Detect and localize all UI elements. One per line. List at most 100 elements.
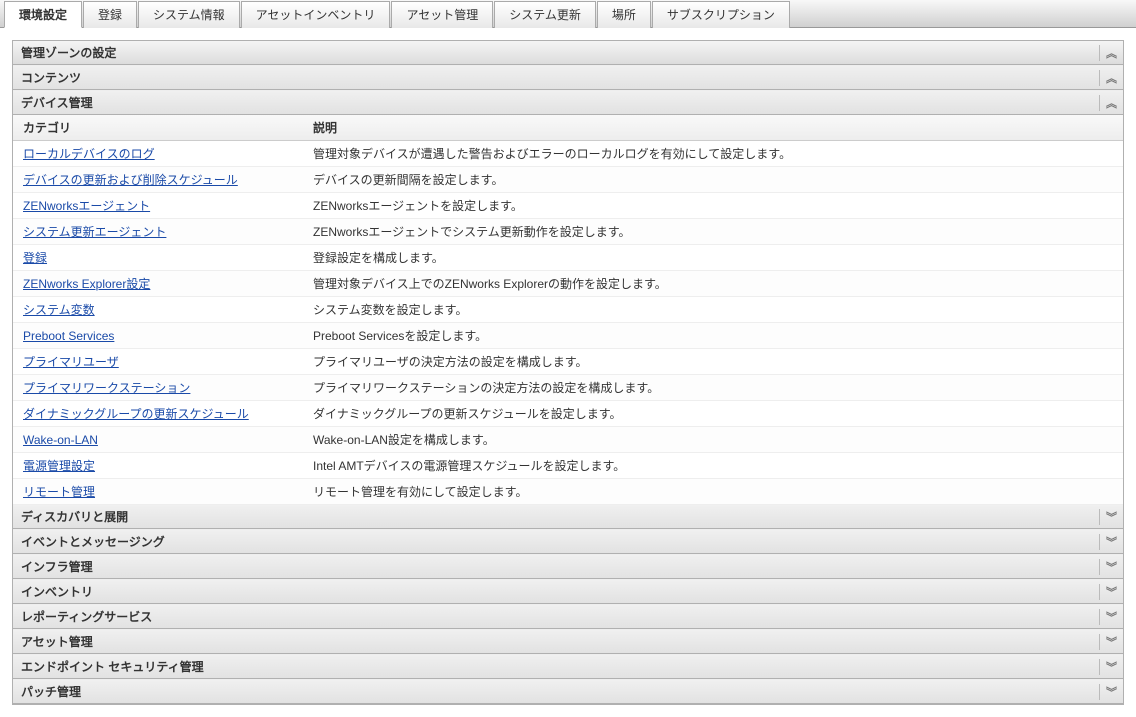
section-title: ディスカバリと展開 — [21, 508, 128, 525]
collapsed-section[interactable]: ディスカバリと展開 ︾ — [13, 505, 1123, 529]
description-cell: Preboot Servicesを設定します。 — [303, 323, 1123, 348]
category-cell: プライマリユーザ — [13, 349, 303, 374]
section-title: イベントとメッセージング — [21, 533, 165, 550]
category-cell: リモート管理 — [13, 479, 303, 504]
tab-bar: 環境設定登録システム情報アセットインベントリアセット管理システム更新場所サブスク… — [0, 0, 1136, 28]
description-cell: Wake-on-LAN設定を構成します。 — [303, 427, 1123, 452]
section-title: インフラ管理 — [21, 558, 93, 575]
category-cell: デバイスの更新および削除スケジュール — [13, 167, 303, 192]
section-device-management[interactable]: デバイス管理 ︽ — [13, 90, 1123, 115]
category-cell: ダイナミックグループの更新スケジュール — [13, 401, 303, 426]
table-row: ダイナミックグループの更新スケジュール ダイナミックグループの更新スケジュールを設… — [13, 401, 1123, 427]
chevron-up-icon[interactable]: ︽ — [1099, 70, 1115, 86]
tab-1[interactable]: 登録 — [83, 1, 137, 28]
category-cell: 電源管理設定 — [13, 453, 303, 478]
description-cell: Intel AMTデバイスの電源管理スケジュールを設定します。 — [303, 453, 1123, 478]
chevron-up-icon[interactable]: ︽ — [1099, 95, 1115, 111]
category-link[interactable]: ダイナミックグループの更新スケジュール — [23, 407, 249, 421]
tab-7[interactable]: サブスクリプション — [652, 1, 790, 28]
table-row: プライマリユーザ プライマリユーザの決定方法の設定を構成します。 — [13, 349, 1123, 375]
table-row: Wake-on-LAN Wake-on-LAN設定を構成します。 — [13, 427, 1123, 453]
category-link[interactable]: リモート管理 — [23, 485, 95, 499]
tab-6[interactable]: 場所 — [597, 1, 651, 28]
collapsed-section[interactable]: イベントとメッセージング ︾ — [13, 529, 1123, 554]
section-title: デバイス管理 — [21, 94, 93, 111]
category-cell: Preboot Services — [13, 325, 303, 347]
chevron-down-icon[interactable]: ︾ — [1099, 609, 1115, 625]
chevron-down-icon[interactable]: ︾ — [1099, 684, 1115, 700]
section-title: レポーティングサービス — [21, 608, 152, 625]
category-link[interactable]: プライマリワークステーション — [23, 381, 190, 395]
category-cell: ZENworks Explorer設定 — [13, 271, 303, 296]
collapsed-section[interactable]: レポーティングサービス ︾ — [13, 604, 1123, 629]
chevron-down-icon[interactable]: ︾ — [1099, 559, 1115, 575]
table-row: ZENworksエージェント ZENworksエージェントを設定します。 — [13, 193, 1123, 219]
description-cell: システム変数を設定します。 — [303, 297, 1123, 322]
category-link[interactable]: Preboot Services — [23, 329, 114, 343]
table-row: ZENworks Explorer設定 管理対象デバイス上でのZENworks E… — [13, 271, 1123, 297]
tab-4[interactable]: アセット管理 — [391, 1, 493, 28]
collapsed-section[interactable]: エンドポイント セキュリティ管理 ︾ — [13, 654, 1123, 679]
description-cell: 登録設定を構成します。 — [303, 245, 1123, 270]
table-body: ローカルデバイスのログ 管理対象デバイスが遭遇した警告およびエラーのローカルログを… — [13, 141, 1123, 505]
column-header-description: 説明 — [303, 115, 1123, 140]
category-link[interactable]: プライマリユーザ — [23, 355, 119, 369]
table-row: システム更新エージェント ZENworksエージェントでシステム更新動作を設定しま… — [13, 219, 1123, 245]
category-link[interactable]: Wake-on-LAN — [23, 433, 98, 447]
section-zone-settings[interactable]: 管理ゾーンの設定 ︽ — [13, 41, 1123, 65]
category-cell: システム更新エージェント — [13, 219, 303, 244]
category-cell: ローカルデバイスのログ — [13, 141, 303, 166]
tab-2[interactable]: システム情報 — [138, 1, 240, 28]
table-row: ローカルデバイスのログ 管理対象デバイスが遭遇した警告およびエラーのローカルログを… — [13, 141, 1123, 167]
table-row: Preboot Services Preboot Servicesを設定します。 — [13, 323, 1123, 349]
category-link[interactable]: ローカルデバイスのログ — [23, 147, 155, 161]
description-cell: デバイスの更新間隔を設定します。 — [303, 167, 1123, 192]
collapsed-section[interactable]: パッチ管理 ︾ — [13, 679, 1123, 704]
section-title: エンドポイント セキュリティ管理 — [21, 658, 204, 675]
chevron-down-icon[interactable]: ︾ — [1099, 584, 1115, 600]
collapsed-section[interactable]: アセット管理 ︾ — [13, 629, 1123, 654]
table-row: 登録 登録設定を構成します。 — [13, 245, 1123, 271]
tab-0[interactable]: 環境設定 — [4, 1, 82, 28]
category-cell: Wake-on-LAN — [13, 429, 303, 451]
table-row: リモート管理リモート管理を有効にして設定します。 — [13, 479, 1123, 505]
chevron-down-icon[interactable]: ︾ — [1099, 509, 1115, 525]
settings-panel: 管理ゾーンの設定 ︽ コンテンツ ︽ デバイス管理 ︽ カテゴリ 説明 ローカル… — [12, 40, 1124, 705]
category-link[interactable]: デバイスの更新および削除スケジュール — [23, 173, 238, 187]
collapsed-section[interactable]: インフラ管理 ︾ — [13, 554, 1123, 579]
description-cell: ZENworksエージェントを設定します。 — [303, 193, 1123, 218]
category-link[interactable]: システム更新エージェント — [23, 225, 166, 239]
collapsed-section[interactable]: インベントリ ︾ — [13, 579, 1123, 604]
table-row: プライマリワークステーション プライマリワークステーションの決定方法の設定を構成し… — [13, 375, 1123, 401]
table-header-row: カテゴリ 説明 — [13, 115, 1123, 141]
table-row: 電源管理設定 Intel AMTデバイスの電源管理スケジュールを設定します。 — [13, 453, 1123, 479]
description-cell: ダイナミックグループの更新スケジュールを設定します。 — [303, 401, 1123, 426]
description-cell: 管理対象デバイス上でのZENworks Explorerの動作を設定します。 — [303, 271, 1123, 296]
category-cell: 登録 — [13, 245, 303, 270]
tab-5[interactable]: システム更新 — [494, 1, 596, 28]
category-link[interactable]: システム変数 — [23, 303, 95, 317]
section-title: インベントリ — [21, 583, 93, 600]
section-title: アセット管理 — [21, 633, 93, 650]
chevron-up-icon[interactable]: ︽ — [1099, 45, 1115, 61]
chevron-down-icon[interactable]: ︾ — [1099, 659, 1115, 675]
tab-3[interactable]: アセットインベントリ — [241, 1, 391, 28]
chevron-down-icon[interactable]: ︾ — [1099, 534, 1115, 550]
column-header-category: カテゴリ — [13, 115, 303, 140]
description-cell: 管理対象デバイスが遭遇した警告およびエラーのローカルログを有効にして設定します。 — [303, 141, 1123, 166]
description-cell: プライマリワークステーションの決定方法の設定を構成します。 — [303, 375, 1123, 400]
collapsed-sections: ディスカバリと展開︾イベントとメッセージング︾インフラ管理︾インベントリ︾レポー… — [13, 505, 1123, 704]
table-row: デバイスの更新および削除スケジュール デバイスの更新間隔を設定します。 — [13, 167, 1123, 193]
section-title: コンテンツ — [21, 69, 81, 86]
category-cell: ZENworksエージェント — [13, 193, 303, 218]
section-contents[interactable]: コンテンツ ︽ — [13, 65, 1123, 90]
category-link[interactable]: 登録 — [23, 251, 47, 265]
category-link[interactable]: ZENworks Explorer設定 — [23, 277, 150, 291]
category-link[interactable]: 電源管理設定 — [23, 459, 95, 473]
section-title: パッチ管理 — [21, 683, 81, 700]
description-cell: ZENworksエージェントでシステム更新動作を設定します。 — [303, 219, 1123, 244]
description-cell: プライマリユーザの決定方法の設定を構成します。 — [303, 349, 1123, 374]
chevron-down-icon[interactable]: ︾ — [1099, 634, 1115, 650]
category-link[interactable]: ZENworksエージェント — [23, 199, 150, 213]
section-title: 管理ゾーンの設定 — [21, 44, 116, 61]
